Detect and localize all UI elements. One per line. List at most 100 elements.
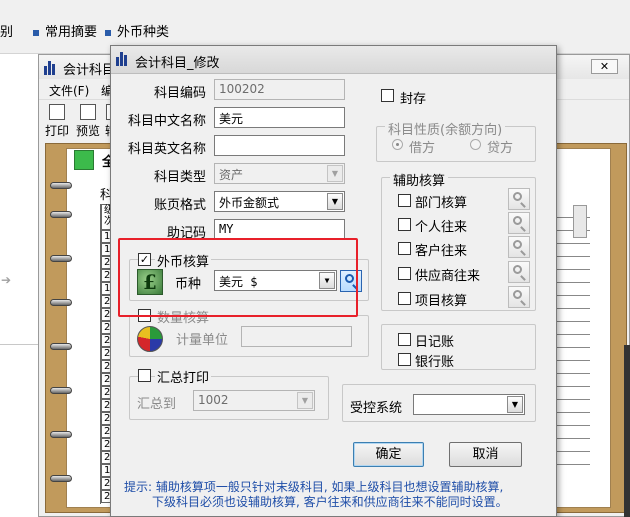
bankbook-label: 银行账 bbox=[415, 355, 455, 370]
divider bbox=[0, 344, 38, 345]
person-label: 个人往来 bbox=[415, 220, 468, 235]
controlled-select[interactable]: ▼ bbox=[413, 394, 525, 415]
search-icon bbox=[513, 192, 522, 201]
dialog-titlebar: 会计科目_修改 bbox=[111, 46, 556, 74]
right-grid bbox=[556, 205, 590, 465]
print-label: 打印 bbox=[44, 124, 69, 138]
printer-icon bbox=[49, 104, 65, 120]
search-icon bbox=[513, 265, 522, 274]
customer-label: 客户往来 bbox=[415, 244, 468, 259]
print-button[interactable]: 打印 bbox=[43, 104, 71, 138]
project-checkbox[interactable] bbox=[398, 292, 411, 305]
debit-radio[interactable] bbox=[392, 139, 403, 150]
preview-icon bbox=[80, 104, 96, 120]
debit-label: 借方 bbox=[409, 141, 436, 156]
summary-print-checkbox[interactable] bbox=[138, 369, 151, 382]
ring-icon bbox=[50, 211, 72, 218]
controlled-label: 受控系统 bbox=[350, 401, 403, 416]
daybook-label: 日记账 bbox=[415, 335, 455, 350]
search-icon bbox=[513, 240, 522, 249]
chevron-down-icon[interactable]: ▼ bbox=[507, 396, 523, 413]
project-label: 项目核算 bbox=[415, 294, 468, 309]
mnemonic-field[interactable]: MY bbox=[214, 219, 345, 240]
chevron-down-icon[interactable]: ▼ bbox=[327, 165, 343, 182]
tab-icon[interactable] bbox=[74, 150, 94, 170]
scrollbar[interactable] bbox=[573, 205, 587, 238]
nature-group-title: 科目性质(余额方向) bbox=[385, 119, 506, 138]
unit-label: 计量单位 bbox=[176, 333, 229, 348]
code-field[interactable]: 100202 bbox=[214, 79, 345, 100]
ring-icon bbox=[50, 182, 72, 189]
hint-line-2: 下级科目必须也设辅助核算, 客户往来和供应商往来不能同时设置。 bbox=[152, 495, 508, 509]
summary-to-label: 汇总到 bbox=[137, 397, 177, 412]
en-name-field[interactable] bbox=[214, 135, 345, 156]
customer-search-button[interactable] bbox=[508, 236, 530, 258]
en-name-label: 科目英文名称 bbox=[127, 142, 206, 157]
preview-label: 预览 bbox=[75, 124, 100, 138]
bankbook-checkbox[interactable] bbox=[398, 353, 411, 366]
dept-checkbox[interactable] bbox=[398, 194, 411, 207]
top-item-label: 常用摘要 bbox=[45, 25, 98, 40]
left-pane: ➔ bbox=[0, 54, 38, 517]
dept-search-button[interactable] bbox=[508, 188, 530, 210]
supplier-checkbox[interactable] bbox=[398, 267, 411, 280]
ring-icon bbox=[50, 343, 72, 350]
ring-icon bbox=[50, 475, 72, 482]
daybook-checkbox[interactable] bbox=[398, 333, 411, 346]
dialog-title: 会计科目_修改 bbox=[135, 56, 220, 71]
hint-text: 提示: 辅助核算项一般只针对末级科目, 如果上级科目也想设置辅助核算, 下级科目… bbox=[124, 480, 544, 510]
unit-field[interactable] bbox=[241, 326, 352, 347]
supplier-search-button[interactable] bbox=[508, 261, 530, 283]
app-icon bbox=[44, 61, 58, 75]
page-format-label: 账页格式 bbox=[153, 198, 206, 213]
top-fragment[interactable]: 别 bbox=[0, 21, 13, 40]
highlight-box bbox=[118, 238, 358, 317]
type-label: 科目类型 bbox=[153, 170, 206, 185]
hint-line-1: 提示: 辅助核算项一般只针对末级科目, 如果上级科目也想设置辅助核算, bbox=[124, 480, 504, 494]
app-icon bbox=[116, 52, 130, 66]
top-item-common-summary[interactable]: 常用摘要 bbox=[33, 21, 97, 40]
person-checkbox[interactable] bbox=[398, 218, 411, 231]
supplier-label: 供应商往来 bbox=[415, 269, 481, 284]
arrow-right-icon: ➔ bbox=[1, 273, 12, 287]
ring-icon bbox=[50, 387, 72, 394]
person-search-button[interactable] bbox=[508, 212, 530, 234]
page-format-value: 外币金额式 bbox=[219, 196, 280, 210]
search-icon bbox=[513, 216, 522, 225]
seal-checkbox[interactable] bbox=[381, 89, 394, 102]
code-label: 科目编码 bbox=[153, 86, 206, 101]
account-window-title: 会计科目 bbox=[63, 63, 116, 78]
search-icon bbox=[513, 290, 522, 299]
page-format-select[interactable]: 外币金额式 ▼ bbox=[214, 191, 345, 212]
project-search-button[interactable] bbox=[508, 286, 530, 308]
cn-name-field[interactable]: 美元 bbox=[214, 107, 345, 128]
credit-label: 贷方 bbox=[487, 141, 514, 156]
edge-bar bbox=[624, 345, 630, 517]
summary-to-select[interactable]: 1002 ▼ bbox=[193, 390, 315, 411]
ring-icon bbox=[50, 299, 72, 306]
top-item-currency-types[interactable]: 外币种类 bbox=[105, 21, 169, 40]
chevron-down-icon[interactable]: ▼ bbox=[297, 392, 313, 409]
bullet-icon bbox=[105, 29, 111, 36]
preview-button[interactable]: 预览 bbox=[74, 104, 102, 138]
cn-name-label: 科目中文名称 bbox=[127, 114, 206, 129]
pie-chart-icon bbox=[137, 326, 163, 352]
credit-radio[interactable] bbox=[470, 139, 481, 150]
summary-print-label: 汇总打印 bbox=[155, 367, 212, 386]
ring-icon bbox=[50, 431, 72, 438]
ok-button[interactable]: 确定 bbox=[353, 442, 424, 467]
summary-to-value: 1002 bbox=[198, 393, 229, 407]
aux-group-title: 辅助核算 bbox=[390, 170, 449, 189]
bullet-icon bbox=[33, 29, 39, 36]
seal-label: 封存 bbox=[400, 92, 427, 107]
customer-checkbox[interactable] bbox=[398, 242, 411, 255]
close-button[interactable]: ✕ bbox=[591, 59, 618, 74]
menu-file[interactable]: 文件(F) bbox=[49, 82, 89, 99]
cancel-button[interactable]: 取消 bbox=[449, 442, 522, 467]
chevron-down-icon[interactable]: ▼ bbox=[327, 193, 343, 210]
ring-icon bbox=[50, 255, 72, 262]
top-item-label: 外币种类 bbox=[117, 25, 170, 40]
type-select[interactable]: 资产 ▼ bbox=[214, 163, 345, 184]
type-select-value: 资产 bbox=[219, 168, 244, 182]
dept-label: 部门核算 bbox=[415, 196, 468, 211]
